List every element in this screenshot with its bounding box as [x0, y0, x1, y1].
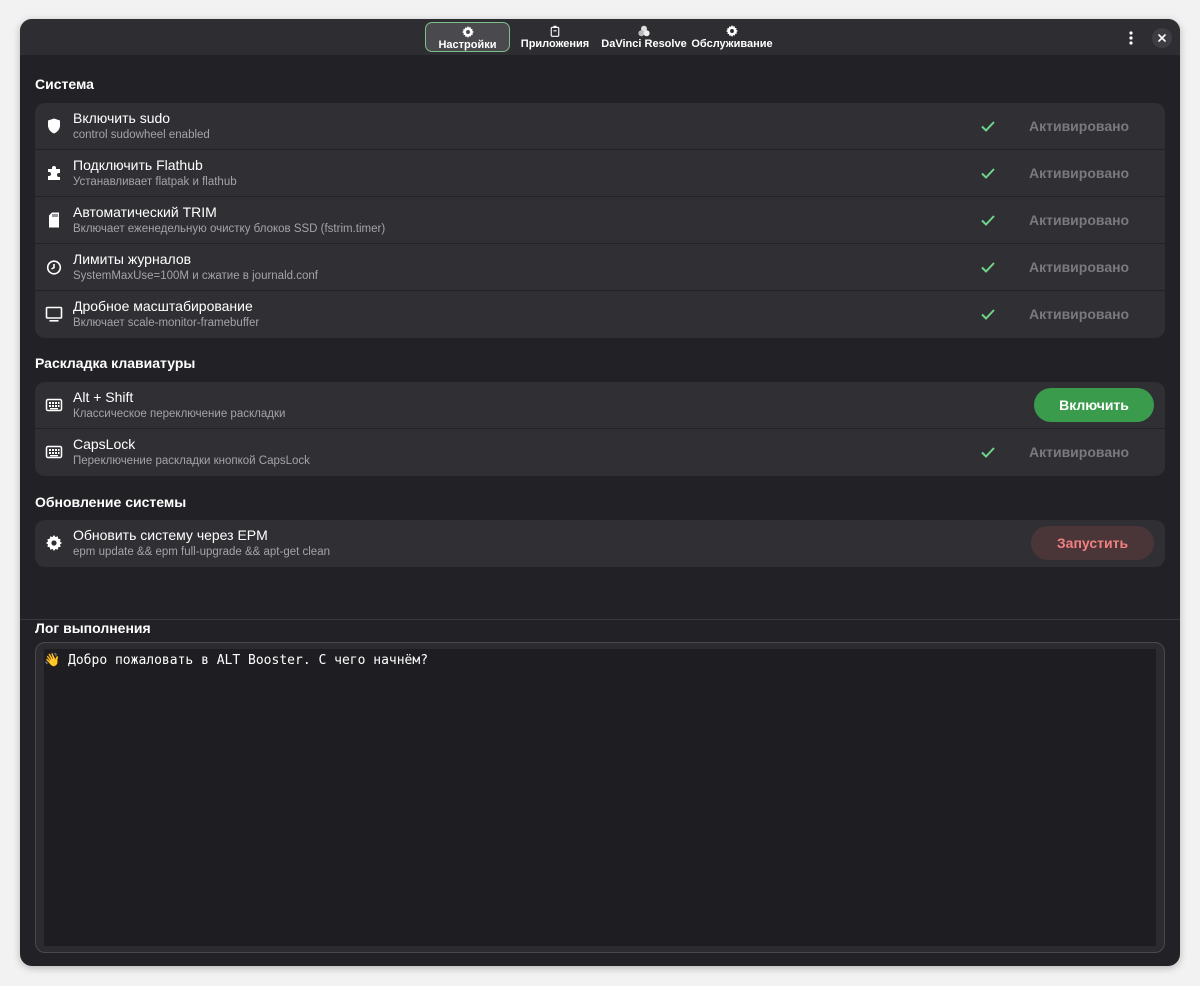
- status-label: Активировано: [1029, 212, 1130, 228]
- item-title: Дробное масштабирование: [73, 298, 253, 314]
- section-title-keyboard: Раскладка клавиатуры: [35, 355, 196, 371]
- status-label: Активировано: [1029, 118, 1130, 134]
- list-item: Автоматический TRIM Включает еженедельну…: [35, 197, 1165, 244]
- update-group: Обновить систему через EPM epm update &&…: [35, 520, 1165, 567]
- section-title-update: Обновление системы: [35, 494, 187, 510]
- tab-apps-label: Приложения: [520, 38, 590, 50]
- item-title: CapsLock: [73, 436, 136, 452]
- section-title-system: Система: [35, 76, 94, 92]
- checkmark-icon: [981, 262, 995, 273]
- keyboard-group: Alt + Shift Классическое переключение ра…: [35, 382, 1165, 476]
- list-item: Alt + Shift Классическое переключение ра…: [35, 382, 1165, 429]
- tab-davinci-label: DaVinci Resolve: [601, 38, 687, 50]
- item-title: Лимиты журналов: [73, 251, 192, 267]
- kebab-menu-icon: [1129, 31, 1133, 45]
- status-label: Активировано: [1029, 165, 1130, 181]
- item-subtitle: Переключение раскладки кнопкой CapsLock: [73, 455, 310, 467]
- system-group: Включить sudo control sudowheel enabled …: [35, 103, 1165, 338]
- keyboard-icon: [45, 445, 63, 459]
- tab-apps[interactable]: Приложения: [515, 22, 595, 52]
- checkmark-icon: [981, 215, 995, 226]
- tab-settings-label: Настройки: [438, 39, 497, 51]
- list-item: Лимиты журналов SystemMaxUse=100M и сжат…: [35, 244, 1165, 291]
- package-icon: [550, 25, 560, 37]
- clock-icon: [46, 260, 62, 275]
- run-button[interactable]: Запустить: [1031, 526, 1154, 560]
- checkmark-icon: [981, 447, 995, 458]
- status-label: Активировано: [1029, 444, 1130, 460]
- close-icon: [1158, 34, 1166, 42]
- list-item: Включить sudo control sudowheel enabled …: [35, 103, 1165, 150]
- menu-button[interactable]: [1120, 27, 1142, 49]
- status-label: Активировано: [1029, 259, 1130, 275]
- section-title-log: Лог выполнения: [35, 620, 151, 636]
- enable-button[interactable]: Включить: [1034, 388, 1154, 422]
- keyboard-icon: [45, 398, 63, 412]
- item-title: Автоматический TRIM: [73, 204, 217, 220]
- log-panel: 👋 Добро пожаловать в ALT Booster. С чего…: [35, 642, 1165, 953]
- list-item: Подключить Flathub Устанавливает flatpak…: [35, 150, 1165, 197]
- tab-maintenance[interactable]: Обслуживание: [690, 22, 774, 52]
- log-textview[interactable]: 👋 Добро пожаловать в ALT Booster. С чего…: [44, 649, 1156, 946]
- cog-badge-icon: [46, 535, 62, 551]
- item-subtitle: Устанавливает flatpak и flathub: [73, 176, 237, 188]
- list-item: CapsLock Переключение раскладки кнопкой …: [35, 429, 1165, 476]
- monitor-icon: [45, 306, 63, 322]
- close-button[interactable]: [1152, 28, 1172, 48]
- gear-icon: [461, 26, 474, 38]
- log-text: 👋 Добро пожаловать в ALT Booster. С чего…: [44, 653, 429, 668]
- item-subtitle: Классическое переключение раскладки: [73, 408, 286, 420]
- status-label: Активировано: [1029, 306, 1130, 322]
- puzzle-icon: [48, 166, 60, 180]
- item-title: Alt + Shift: [73, 389, 134, 405]
- header-bar: Настройки Приложения DaVinci Resolve Обс…: [20, 19, 1180, 55]
- app-window: Настройки Приложения DaVinci Resolve Обс…: [20, 19, 1180, 966]
- davinci-icon: [638, 25, 650, 37]
- checkmark-icon: [981, 121, 995, 132]
- list-item: Обновить систему через EPM epm update &&…: [35, 520, 1165, 567]
- item-subtitle: control sudowheel enabled: [73, 129, 210, 141]
- item-title: Подключить Flathub: [73, 157, 203, 173]
- item-subtitle: SystemMaxUse=100M и сжатие в journald.co…: [73, 270, 318, 282]
- item-title: Обновить систему через EPM: [73, 527, 268, 543]
- shield-icon: [48, 118, 60, 134]
- checkmark-icon: [981, 168, 995, 179]
- item-subtitle: epm update && epm full-upgrade && apt-ge…: [73, 546, 330, 558]
- divider: [20, 619, 1180, 620]
- gear-icon: [726, 25, 738, 37]
- sd-card-icon: [49, 212, 59, 228]
- item-subtitle: Включает еженедельную очистку блоков SSD…: [73, 223, 386, 235]
- item-subtitle: Включает scale-monitor-framebuffer: [73, 317, 260, 329]
- tab-davinci[interactable]: DaVinci Resolve: [600, 22, 688, 52]
- checkmark-icon: [981, 309, 995, 320]
- list-item: Дробное масштабирование Включает scale-m…: [35, 291, 1165, 338]
- tab-maintenance-label: Обслуживание: [691, 38, 773, 50]
- tab-settings[interactable]: Настройки: [425, 22, 510, 52]
- item-title: Включить sudo: [73, 110, 171, 126]
